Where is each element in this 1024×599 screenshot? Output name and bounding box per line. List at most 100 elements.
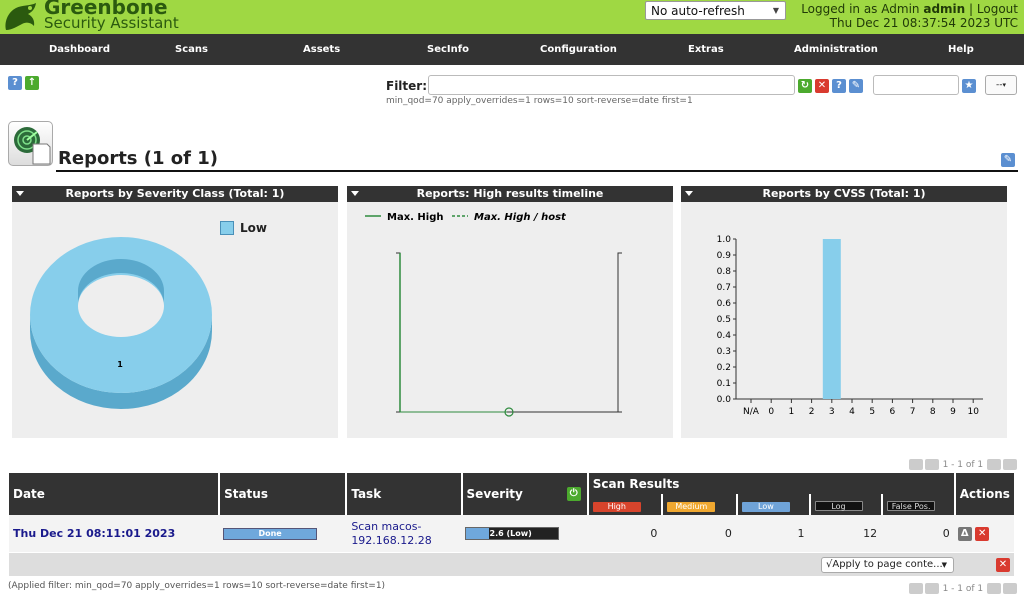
- chevron-down-icon: ▼: [772, 6, 779, 15]
- app-header: Greenbone Security Assistant No auto-ref…: [0, 0, 1024, 34]
- nav-help[interactable]: Help: [948, 44, 974, 55]
- actions-cell: Δ ✕: [955, 515, 1014, 552]
- count-false-pos: 0: [942, 527, 950, 540]
- y-tick-label: 0.0: [717, 395, 732, 405]
- status-progress-bar[interactable]: Done: [223, 527, 318, 540]
- filter-input[interactable]: [428, 75, 795, 95]
- panel-title: Reports by Severity Class (Total: 1): [65, 187, 285, 200]
- severity-bar: 2.6 (Low): [464, 527, 559, 540]
- count-low: 1: [797, 527, 805, 540]
- logout-link[interactable]: Logout: [977, 2, 1018, 16]
- current-datetime: Thu Dec 21 08:37:54 2023 UTC: [829, 16, 1018, 30]
- y-tick-label: 0.7: [717, 283, 731, 293]
- col-header-log[interactable]: Log: [809, 494, 884, 515]
- nav-extras[interactable]: Extras: [688, 44, 724, 55]
- last-page-icon[interactable]: [1003, 583, 1017, 594]
- reset-filter-icon[interactable]: ✕: [815, 79, 829, 93]
- count-medium: 0: [724, 527, 732, 540]
- page-title: Reports (1 of 1): [58, 148, 219, 169]
- col-header-low[interactable]: Low: [736, 494, 811, 515]
- task-link[interactable]: Scan macos- 192.168.12.28: [346, 515, 461, 552]
- edit-filter-icon[interactable]: ✎: [849, 79, 863, 93]
- nav-scans[interactable]: Scans: [175, 44, 208, 55]
- pagination-top: 1 - 1 of 1: [908, 459, 1018, 470]
- panel-header[interactable]: Reports by Severity Class (Total: 1): [12, 186, 338, 202]
- delete-icon[interactable]: ✕: [975, 527, 990, 541]
- title-divider: [56, 170, 1018, 172]
- first-page-icon[interactable]: [908, 583, 923, 594]
- y-tick-label: 0.1: [717, 379, 731, 389]
- filter-summary: min_qod=70 apply_overrides=1 rows=10 sor…: [386, 96, 693, 106]
- col-header-scan-results: Scan Results: [587, 473, 956, 494]
- reports-table: Date Status Task Severity ⏻ Scan Results…: [9, 473, 1014, 552]
- col-header-task[interactable]: Task: [346, 473, 463, 515]
- logo-subtitle: Security Assistant: [44, 14, 179, 32]
- applied-filter-text: (Applied filter: min_qod=70 apply_overri…: [8, 581, 386, 591]
- next-page-icon[interactable]: [987, 459, 1001, 470]
- report-date-link[interactable]: Thu Dec 21 08:11:01 2023: [9, 515, 219, 552]
- col-header-status[interactable]: Status: [219, 473, 348, 515]
- refresh-filter-icon[interactable]: ↻: [798, 79, 812, 93]
- auto-refresh-select[interactable]: No auto-refresh ▼: [645, 1, 786, 20]
- nav-dashboard[interactable]: Dashboard: [49, 44, 110, 55]
- collapse-triangle-icon[interactable]: [685, 191, 693, 196]
- wrench-icon[interactable]: ✎: [1001, 153, 1015, 167]
- medium-label: Medium: [667, 501, 716, 512]
- nav-secinfo[interactable]: SecInfo: [427, 44, 469, 55]
- collapse-triangle-icon[interactable]: [16, 191, 24, 196]
- severity-cell: 2.6 (Low): [462, 515, 588, 552]
- cvss-panel: Reports by CVSS (Total: 1) 1.0 0.9 0.8 0.7 0…: [681, 186, 1007, 438]
- pagination-bottom: 1 - 1 of 1: [908, 583, 1018, 594]
- upload-icon[interactable]: ↑: [25, 76, 39, 90]
- save-filter-star-icon[interactable]: ★: [962, 79, 976, 93]
- count-log: 12: [863, 527, 878, 540]
- x-tick-label: 1: [789, 407, 795, 417]
- x-tick-label: 3: [829, 407, 835, 417]
- nav-assets[interactable]: Assets: [303, 44, 340, 55]
- y-tick-label: 0.5: [717, 315, 731, 325]
- col-header-date[interactable]: Date: [9, 473, 221, 515]
- last-page-icon[interactable]: [1003, 459, 1017, 470]
- delta-icon[interactable]: Δ: [957, 527, 972, 541]
- apply-to-value: √Apply to page conte...: [826, 559, 943, 570]
- y-tick-label: 0.9: [717, 251, 732, 261]
- log-label: Log: [814, 500, 863, 511]
- first-page-icon[interactable]: [908, 459, 923, 470]
- filter-name-input[interactable]: [873, 75, 959, 95]
- reports-radar-icon: [8, 121, 53, 166]
- x-tick-label: 10: [967, 407, 979, 417]
- filter-help-icon[interactable]: ?: [832, 79, 846, 93]
- prev-page-icon[interactable]: [924, 459, 939, 470]
- prev-page-icon[interactable]: [924, 583, 939, 594]
- panel-header[interactable]: Reports by CVSS (Total: 1): [681, 186, 1007, 202]
- panel-header[interactable]: Reports: High results timeline: [347, 186, 673, 202]
- legend-label-max-high: Max. High: [387, 212, 444, 223]
- help-icon[interactable]: ?: [8, 76, 22, 90]
- nav-administration[interactable]: Administration: [794, 44, 878, 55]
- x-tick-label: 2: [809, 407, 815, 417]
- apply-to-select[interactable]: √Apply to page conte... ▼: [821, 557, 954, 573]
- col-header-high[interactable]: High: [587, 494, 664, 515]
- logged-in-label: Logged in as: [801, 2, 878, 16]
- y-tick-label: 0.3: [717, 347, 731, 357]
- power-icon[interactable]: ⏻: [566, 487, 581, 501]
- table-row: Thu Dec 21 08:11:01 2023 Done Scan macos…: [9, 515, 1014, 552]
- col-header-severity[interactable]: Severity ⏻: [461, 473, 589, 515]
- nav-configuration[interactable]: Configuration: [540, 44, 617, 55]
- y-tick-label: 0.8: [717, 267, 732, 277]
- x-tick-label: 8: [930, 407, 936, 417]
- task-name-line2: 192.168.12.28: [351, 533, 432, 547]
- high-timeline-panel: Reports: High results timeline Max. High…: [347, 186, 673, 438]
- cvss-bar: [822, 239, 841, 399]
- user-info: Logged in as Admin admin | Logout Thu De…: [801, 2, 1018, 30]
- timeline-chart: Max. High Max. High / host: [365, 212, 622, 417]
- donut-label: 1: [117, 360, 123, 369]
- col-header-false-pos[interactable]: False Pos.: [882, 494, 956, 515]
- col-header-medium[interactable]: Medium: [662, 494, 738, 515]
- username-link[interactable]: admin: [923, 2, 965, 16]
- next-page-icon[interactable]: [987, 583, 1001, 594]
- collapse-triangle-icon[interactable]: [351, 191, 359, 196]
- bulk-delete-icon[interactable]: ✕: [996, 558, 1010, 572]
- saved-filter-select[interactable]: --▾: [985, 75, 1017, 95]
- count-high: 0: [650, 527, 658, 540]
